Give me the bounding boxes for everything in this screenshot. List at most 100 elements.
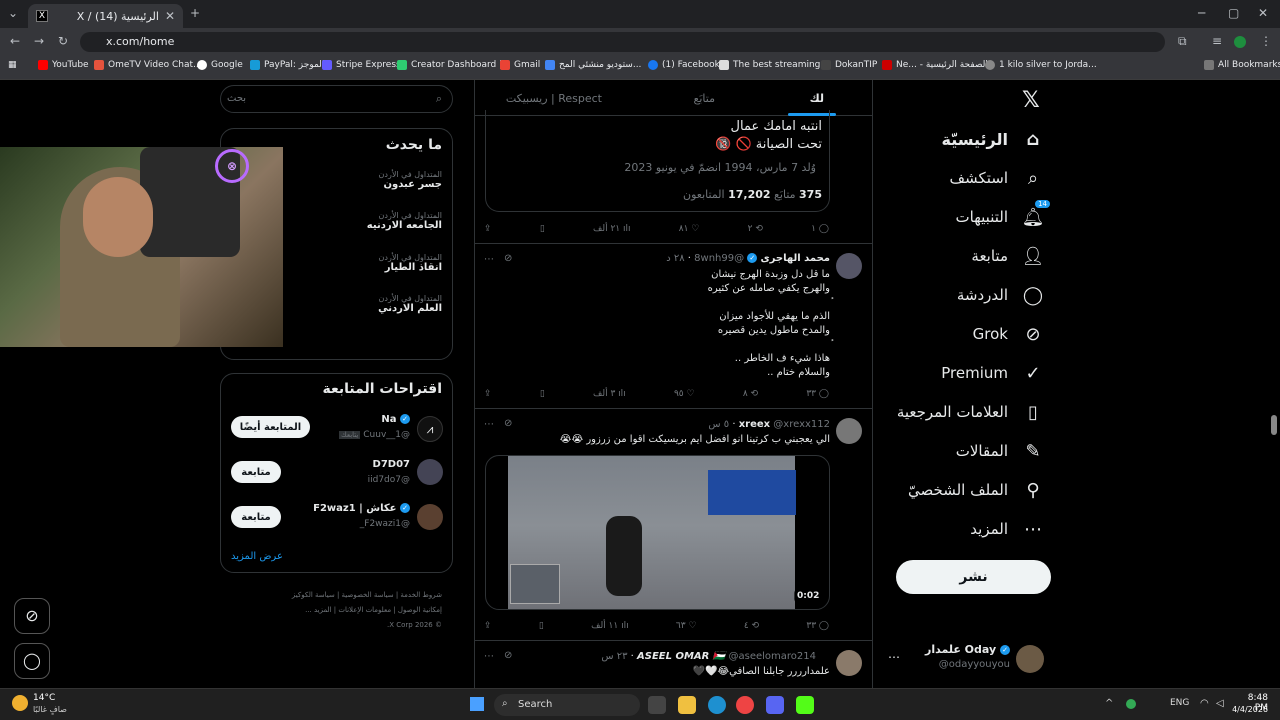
reposts-count[interactable]: ٨ ⟲ xyxy=(743,389,758,399)
footer-link[interactable]: معلومات الإعلانات xyxy=(338,606,391,614)
language-indicator[interactable]: ENG xyxy=(1170,698,1189,708)
search-input[interactable]: ⌕ بحث xyxy=(220,85,453,113)
grok-action-icon[interactable]: ⊘ xyxy=(504,650,512,661)
share-icon[interactable]: ⇪ xyxy=(484,224,492,234)
tweet-more-icon[interactable]: ⋯ xyxy=(484,254,494,265)
explorer-icon[interactable] xyxy=(678,696,696,714)
follow-button[interactable]: متابعة xyxy=(231,506,281,528)
reload-icon[interactable]: ↻ xyxy=(58,34,68,48)
trend-item[interactable]: المتداول في الأردن الجامعه الاردنيه xyxy=(330,211,442,231)
footer-link[interactable]: سياسة الخصوصية xyxy=(342,591,394,599)
likes-count[interactable]: ٦٣ ♡ xyxy=(676,621,697,631)
follow-back-button[interactable]: المتابعة أيضًا xyxy=(231,416,310,438)
account-avatar[interactable] xyxy=(1016,645,1044,673)
bookmark-item[interactable]: Ne... - الصفحة الرئيسية xyxy=(882,60,988,70)
profile-avatar-icon[interactable] xyxy=(1234,36,1246,48)
nav-bookmarks[interactable]: ▯ العلامات المرجعية xyxy=(897,401,1044,423)
grok-action-icon[interactable]: ⊘ xyxy=(504,253,512,264)
all-bookmarks[interactable]: All Bookmarks xyxy=(1204,60,1280,70)
nav-more[interactable]: ⋯ المزيد xyxy=(970,518,1044,540)
apps-icon[interactable]: ▦ xyxy=(8,60,17,70)
share-icon[interactable]: ⇪ xyxy=(484,389,492,399)
page-scrollbar[interactable] xyxy=(1271,415,1277,435)
nav-articles[interactable]: ✎ المقالات xyxy=(956,440,1044,462)
avatar[interactable] xyxy=(417,504,443,530)
forward-icon[interactable]: → xyxy=(34,34,44,48)
bookmark-item[interactable]: Creator Dashboard |... xyxy=(397,60,511,70)
views-count[interactable]: ٣ ألف ılı xyxy=(593,389,626,399)
nav-home[interactable]: ⌂ الرئيسيّة xyxy=(942,128,1045,150)
avatar[interactable]: ⩘ xyxy=(417,416,443,442)
avatar[interactable] xyxy=(836,650,862,676)
new-tab-icon[interactable]: + xyxy=(190,6,200,20)
extensions-icon[interactable]: ⧉ xyxy=(1178,34,1187,49)
wifi-icon[interactable]: ◠ xyxy=(1200,698,1209,709)
tab-respect[interactable]: ريسبيكت | Respect xyxy=(506,92,602,105)
close-window-icon[interactable]: ✕ xyxy=(1258,6,1268,20)
bookmark-item[interactable]: OmeTV Video Chat... xyxy=(94,60,202,70)
footer-link[interactable]: المزيد ... xyxy=(305,606,332,614)
grok-action-icon[interactable]: ⊘ xyxy=(504,418,512,429)
replies-count[interactable]: ٣٣ ◯ xyxy=(806,389,829,399)
tray-app-icon[interactable] xyxy=(1126,699,1136,709)
browser-tab[interactable]: X X / الرئيسية (14) ✕ xyxy=(28,4,183,28)
minimize-icon[interactable]: ─ xyxy=(1198,6,1205,20)
views-count[interactable]: ٢١ ألف ılı xyxy=(593,224,630,234)
reposts-count[interactable]: ٢ ⟲ xyxy=(748,224,763,234)
nav-notifications[interactable]: 🔔︎ 14 التنبيهات xyxy=(956,200,1050,228)
kick-icon[interactable] xyxy=(796,696,814,714)
bookmark-item[interactable]: The best streaming... xyxy=(719,60,829,70)
tab-following[interactable]: متابَع xyxy=(694,92,715,105)
bookmark-item[interactable]: PayPal: الموجز xyxy=(250,60,324,70)
nav-premium[interactable]: ✓ Premium xyxy=(941,362,1044,384)
url-field[interactable]: x.com/home xyxy=(80,32,1165,52)
footer-link[interactable]: إمكانية الوصول xyxy=(398,606,442,614)
share-icon[interactable]: ⇪ xyxy=(484,621,492,631)
chrome-icon[interactable] xyxy=(736,696,754,714)
nav-profile[interactable]: ⚲ الملف الشخصيّ xyxy=(908,479,1044,501)
weather-icon[interactable] xyxy=(12,695,28,711)
avatar[interactable] xyxy=(417,459,443,485)
bookmark-action-icon[interactable]: ▯ xyxy=(540,224,545,234)
avatar[interactable] xyxy=(836,418,862,444)
likes-count[interactable]: ٩٥ ♡ xyxy=(674,389,695,399)
follow-button[interactable]: متابعة xyxy=(231,461,281,483)
bookmark-item[interactable]: YouTube xyxy=(38,60,89,70)
footer-link[interactable]: سياسة الكوكيز xyxy=(292,591,335,599)
start-icon[interactable] xyxy=(470,697,484,711)
likes-count[interactable]: ٨١ ♡ xyxy=(679,224,700,234)
nav-follow[interactable]: 👤︎ متابعة xyxy=(971,245,1044,267)
trend-item[interactable]: المتداول في الأردن العلم الاردني xyxy=(330,294,442,314)
nav-chat[interactable]: ◯ الدردشة xyxy=(957,284,1044,306)
trend-item[interactable]: المتداول في الأردن جسر عبدون xyxy=(330,170,442,190)
bookmark-item[interactable]: ستوديو منشئي المح... xyxy=(545,60,641,70)
replies-count[interactable]: ١ ◯ xyxy=(811,224,829,234)
nav-grok[interactable]: ⊘ Grok xyxy=(973,323,1044,345)
tweet-video[interactable]: 0:02 xyxy=(485,455,830,610)
bookmark-item[interactable]: 1 kilo silver to Jorda... xyxy=(985,60,1097,70)
grok-float-button[interactable]: ⊘ xyxy=(14,598,50,634)
close-tab-icon[interactable]: ✕ xyxy=(165,9,175,23)
nav-explore[interactable]: ⌕ استكشف xyxy=(950,167,1044,189)
bookmark-action-icon[interactable]: ▯ xyxy=(539,621,544,631)
trend-item[interactable]: المتداول في الأردن انقاذ الطيار xyxy=(330,253,442,273)
avatar[interactable] xyxy=(836,253,862,279)
volume-icon[interactable]: ◁ xyxy=(1216,698,1224,709)
menu-icon[interactable]: ⋮ xyxy=(1260,34,1272,48)
views-count[interactable]: ١١ ألف ılı xyxy=(591,621,628,631)
tab-for-you[interactable]: لك xyxy=(810,92,824,105)
edge-icon[interactable] xyxy=(708,696,726,714)
tray-chevron-icon[interactable]: ^ xyxy=(1105,698,1113,709)
tab-search-icon[interactable]: ⌄ xyxy=(8,6,18,20)
bookmark-item[interactable]: Gmail xyxy=(500,60,540,70)
media-icon[interactable]: ≡ xyxy=(1212,34,1222,48)
bookmark-action-icon[interactable]: ▯ xyxy=(540,389,545,399)
bookmark-item[interactable]: (1) Facebook xyxy=(648,60,720,70)
bookmark-item[interactable]: Stripe Express xyxy=(322,60,401,70)
chat-float-button[interactable]: ◯ xyxy=(14,643,50,679)
account-menu-icon[interactable]: ⋯ xyxy=(888,650,900,664)
taskbar-search[interactable]: ⌕ Search xyxy=(494,694,640,716)
show-more-link[interactable]: عرض المزيد xyxy=(231,551,283,562)
footer-link[interactable]: شروط الخدمة xyxy=(400,591,442,599)
x-logo-icon[interactable]: 𝕏 xyxy=(1022,88,1040,113)
